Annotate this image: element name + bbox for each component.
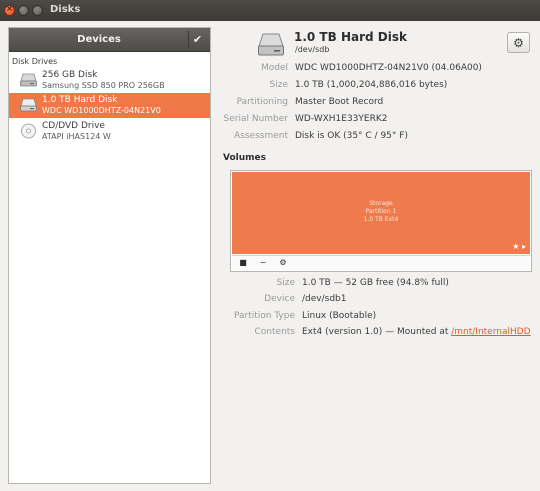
disk-drives-group-label: Disk Drives [12,57,58,66]
drive-model: ATAPI iHAS124 W [42,132,111,141]
close-icon: × [6,4,13,13]
selection-mode-button[interactable]: ✔ [188,31,206,48]
size-label: Size [269,80,288,90]
sidebar-item-cd-dvd-drive[interactable]: CD/DVD Drive ATAPI iHAS124 W [9,119,210,144]
volume-toolbar: ■ − ⚙ [232,255,530,270]
partition-number: Partition 1 [365,208,397,215]
drive-name: CD/DVD Drive [42,121,105,131]
partition-type-label: Partition Type [233,311,295,321]
optical-drive-icon [21,123,36,139]
partition-size-type: 1.0 TB Ext4 [363,216,399,223]
drive-model: WDC WD1000DHTZ-04N21V0 [42,106,161,115]
window-titlebar: × Disks [0,0,540,21]
serial-number-value: WD-WXH1E33YERK2 [295,114,388,124]
drive-model: Samsung SSD 850 PRO 256GB [42,81,165,90]
disk-title: 1.0 TB Hard Disk [294,30,407,44]
stop-icon: ■ [239,258,247,267]
drive-name: 256 GB Disk [42,70,98,80]
model-label: Model [260,63,288,73]
sidebar-item-256gb-disk[interactable]: 256 GB Disk Samsung SSD 850 PRO 256GB [9,68,210,93]
drive-name: 1.0 TB Hard Disk [42,95,118,105]
delete-partition-button[interactable]: − [256,257,270,269]
partition-name: Storage [369,200,393,207]
partition-block[interactable]: Storage Partition 1 1.0 TB Ext4 ★ ▸ [232,172,530,254]
hard-disk-icon [258,33,284,56]
partitioning-value: Master Boot Record [295,97,384,107]
volumes-heading: Volumes [223,153,266,163]
contents-label: Contents [254,327,295,337]
size-value: 1.0 TB (1,000,204,886,016 bytes) [295,80,448,90]
partition-type-value: Linux (Bootable) [302,311,377,321]
contents-value: Ext4 (version 1.0) — Mounted at /mnt/Int… [302,327,531,337]
volumes-graphic: Storage Partition 1 1.0 TB Ext4 ★ ▸ ■ − … [230,170,532,272]
mounted-star-icon: ★ ▸ [512,242,526,251]
gears-icon: ⚙ [279,258,287,267]
model-value: WDC WD1000DHTZ-04N21V0 (04.06A00) [295,63,482,73]
maximize-window-button[interactable] [32,5,43,16]
minus-icon: − [259,258,267,267]
mount-point-link[interactable]: /mnt/InternalHDD [451,327,530,337]
gear-icon: ⚙ [513,36,524,50]
disk-device-path: /dev/sdb [295,45,330,54]
hard-disk-icon [20,98,37,112]
window-title: Disks [50,4,81,15]
contents-text: Ext4 (version 1.0) — Mounted at [302,327,452,337]
close-window-button[interactable]: × [4,4,15,16]
checkmark-icon: ✔ [192,33,203,46]
devices-sidebar: Devices ✔ Disk Drives 256 GB Disk Samsun… [8,27,211,484]
assessment-label: Assessment [234,131,288,141]
sidebar-item-1tb-hard-disk[interactable]: 1.0 TB Hard Disk WDC WD1000DHTZ-04N21V0 [9,93,210,118]
partition-settings-button[interactable]: ⚙ [276,257,290,269]
volume-device-value: /dev/sdb1 [302,294,347,304]
sidebar-header-title: Devices [77,34,121,45]
unmount-button[interactable]: ■ [236,257,250,269]
volume-size-value: 1.0 TB — 52 GB free (94.8% full) [302,278,449,288]
hard-disk-icon [20,73,37,87]
assessment-value: Disk is OK (35° C / 95° F) [295,131,408,141]
volume-size-label: Size [276,278,295,288]
drive-settings-button[interactable]: ⚙ [507,32,530,53]
minimize-window-button[interactable] [18,5,29,16]
volume-device-label: Device [264,294,295,304]
serial-number-label: Serial Number [223,114,288,124]
sidebar-header: Devices ✔ [9,28,210,52]
partitioning-label: Partitioning [236,97,288,107]
